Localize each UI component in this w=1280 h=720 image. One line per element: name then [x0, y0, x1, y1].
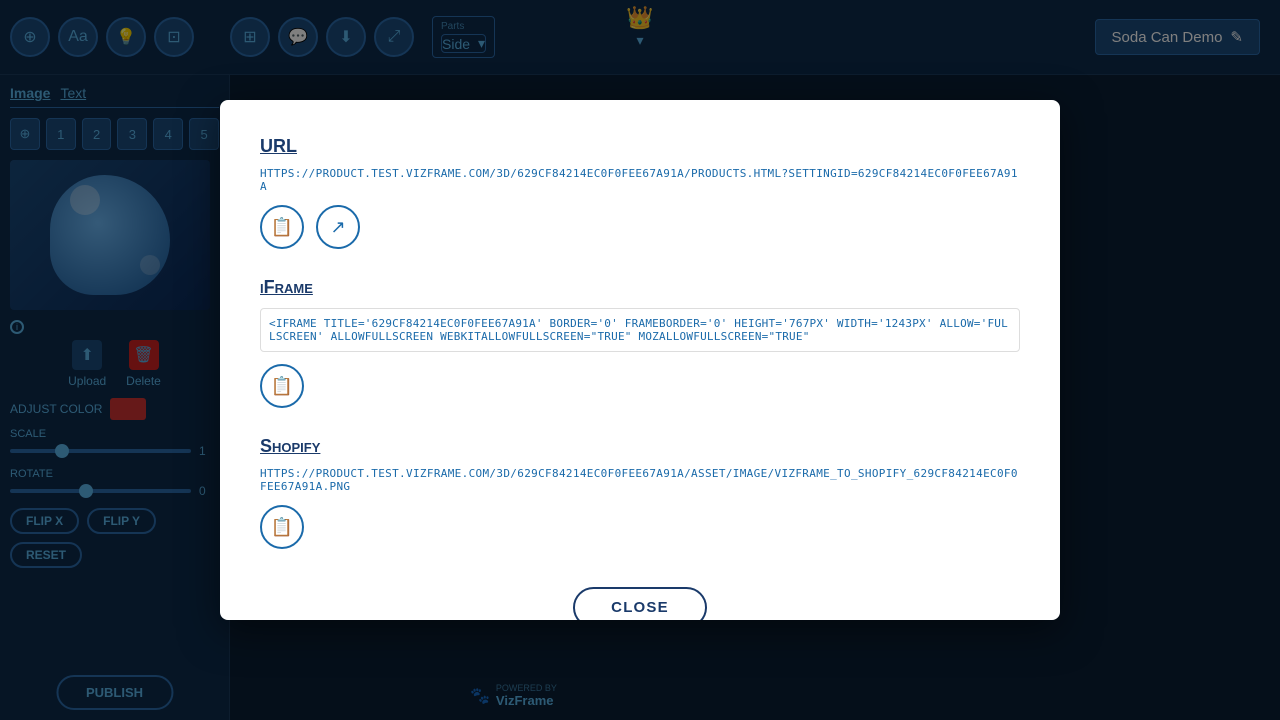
share-modal: URL HTTPS://PRODUCT.TEST.VIZFRAME.COM/3D…	[220, 100, 1060, 620]
external-link-icon: ↗	[330, 217, 345, 238]
url-copy-button[interactable]: 📋	[260, 205, 304, 249]
iframe-section: iFrame <IFRAME TITLE='629CF84214EC0F0FEE…	[260, 277, 1020, 408]
shopify-buttons: 📋	[260, 505, 1020, 549]
iframe-buttons: 📋	[260, 364, 1020, 408]
copy-icon: 📋	[271, 217, 293, 238]
modal-footer: Close	[260, 577, 1020, 620]
url-buttons: 📋 ↗	[260, 205, 1020, 249]
shopify-section: Shopify HTTPS://PRODUCT.TEST.VIZFRAME.CO…	[260, 436, 1020, 549]
url-section: URL HTTPS://PRODUCT.TEST.VIZFRAME.COM/3D…	[260, 136, 1020, 249]
url-text: HTTPS://PRODUCT.TEST.VIZFRAME.COM/3D/629…	[260, 167, 1020, 193]
url-section-title: URL	[260, 136, 1020, 157]
iframe-section-title: iFrame	[260, 277, 1020, 298]
iframe-copy-button[interactable]: 📋	[260, 364, 304, 408]
shopify-url-text: HTTPS://PRODUCT.TEST.VIZFRAME.COM/3D/629…	[260, 467, 1020, 493]
iframe-text: <IFRAME TITLE='629CF84214EC0F0FEE67A91A'…	[260, 308, 1020, 352]
shopify-copy-icon: 📋	[271, 517, 293, 538]
shopify-section-title: Shopify	[260, 436, 1020, 457]
url-open-button[interactable]: ↗	[316, 205, 360, 249]
shopify-copy-button[interactable]: 📋	[260, 505, 304, 549]
modal-backdrop: URL HTTPS://PRODUCT.TEST.VIZFRAME.COM/3D…	[0, 0, 1280, 720]
close-button[interactable]: Close	[573, 587, 707, 620]
iframe-copy-icon: 📋	[271, 376, 293, 397]
